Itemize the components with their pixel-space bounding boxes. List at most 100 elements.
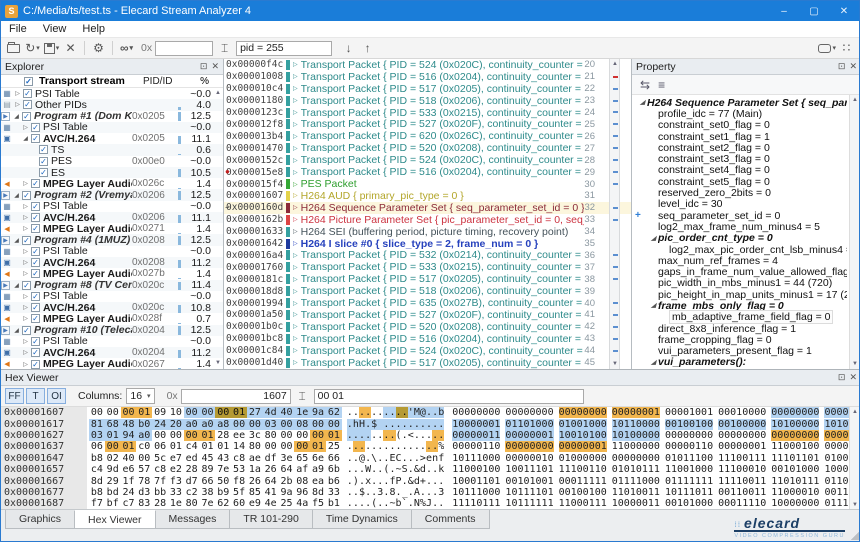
hex-byte[interactable]: 64: [279, 464, 295, 475]
expand-arrow[interactable]: ◢: [649, 302, 658, 309]
tab-tr-101-290[interactable]: TR 101-290: [229, 510, 312, 529]
hex-byte[interactable]: b6: [326, 476, 342, 487]
explorer-row[interactable]: ▣▷✓AVC/H.2640x020c10.8: [1, 302, 223, 313]
packet-row[interactable]: 0x00001642▷H264 I slice #0 { slice_type …: [224, 238, 631, 250]
explorer-row[interactable]: ▦▷✓PSI Table~0.0: [1, 336, 223, 347]
scroll-down-icon[interactable]: ▼: [852, 361, 858, 367]
binary-octet[interactable]: 01101000: [505, 419, 553, 430]
hex-byte[interactable]: 48: [121, 419, 137, 430]
expand-arrow[interactable]: ▷: [293, 85, 298, 92]
expand-arrow[interactable]: ▷: [21, 315, 30, 322]
explorer-row[interactable]: ◀▷✓MPEG Layer Audio0x02711.4: [1, 223, 223, 234]
packet-row[interactable]: 0x00001470▷Transport Packet { PID = 520 …: [224, 142, 631, 154]
checkbox[interactable]: ✓: [39, 168, 48, 177]
checkbox[interactable]: ✓: [31, 247, 40, 256]
expand-arrow[interactable]: ▷: [21, 349, 30, 356]
hex-search-input[interactable]: [314, 389, 584, 404]
ascii-char[interactable]: .: [438, 498, 444, 509]
explorer-column-header[interactable]: ✓ Transport stream PID/ID %: [1, 75, 223, 88]
hex-byte[interactable]: 01: [168, 441, 184, 452]
checkbox[interactable]: ✓: [31, 123, 40, 132]
hex-scrollbar[interactable]: ▲ ▼: [849, 407, 860, 510]
binary-octet[interactable]: 10000000: [771, 498, 819, 509]
ascii-char[interactable]: .: [438, 476, 444, 487]
expand-arrow[interactable]: ▷: [21, 270, 30, 277]
binary-octet[interactable]: 10000001: [452, 419, 500, 430]
expand-arrow[interactable]: ▷: [21, 225, 30, 232]
property-row[interactable]: reserved_zero_2bits = 0: [632, 187, 860, 198]
binary-octet[interactable]: 11010111: [771, 476, 819, 487]
binary-octet[interactable]: 01011100: [665, 453, 713, 464]
expand-arrow[interactable]: ▷: [21, 214, 30, 221]
binary-octet[interactable]: 00101000: [665, 498, 713, 509]
binary-octet[interactable]: 11000100: [771, 441, 819, 452]
hex-byte[interactable]: 6b: [326, 464, 342, 475]
binary-octet[interactable]: 00000000: [665, 430, 713, 441]
packet-row[interactable]: 0x0000123c▷Transport Packet { PID = 533 …: [224, 107, 631, 119]
hex-byte[interactable]: 7e: [200, 498, 216, 509]
hex-byte[interactable]: 4a: [294, 498, 310, 509]
property-row[interactable]: constraint_set4_flag = 0: [632, 165, 860, 176]
property-row[interactable]: constraint_set5_flag = 0: [632, 176, 860, 187]
hex-byte[interactable]: 00: [279, 419, 295, 430]
hex-byte[interactable]: 28: [184, 464, 200, 475]
scroll-down-icon[interactable]: ▼: [852, 502, 858, 508]
find-button[interactable]: ∞▾: [118, 40, 135, 57]
settings-button[interactable]: ⚙: [90, 40, 107, 57]
hex-byte[interactable]: e7: [168, 453, 184, 464]
hex-byte[interactable]: 68: [105, 419, 121, 430]
checkbox[interactable]: ✓: [31, 348, 40, 357]
expand-arrow[interactable]: ▷: [21, 293, 30, 300]
hex-byte[interactable]: c7: [121, 498, 137, 509]
explorer-row[interactable]: ▶◢✓Program #1 (Dom Kin0x020512.5: [1, 111, 223, 122]
open-file-button[interactable]: [5, 40, 22, 57]
hex-byte[interactable]: 25: [279, 498, 295, 509]
expand-arrow[interactable]: ▷: [21, 180, 30, 187]
expand-arrow[interactable]: ◢: [649, 235, 658, 242]
hex-byte[interactable]: a9: [310, 464, 326, 475]
ascii-char[interactable]: k: [438, 464, 444, 475]
explorer-row[interactable]: ▦▷✓PSI Table~0.0: [1, 246, 223, 257]
hex-byte[interactable]: 00: [152, 430, 168, 441]
expand-arrow[interactable]: ▷: [293, 228, 298, 235]
ascii-char[interactable]: .: [438, 430, 444, 441]
checkbox[interactable]: ✓: [31, 179, 40, 188]
binary-octet[interactable]: 11000111: [559, 498, 607, 509]
binary-octet[interactable]: 11000100: [452, 464, 500, 475]
binary-octet[interactable]: 11100010: [718, 464, 766, 475]
binary-octet[interactable]: 10111000: [452, 487, 500, 498]
scroll-up-icon[interactable]: ▲: [612, 61, 618, 67]
property-row[interactable]: constraint_set0_flag = 0: [632, 120, 860, 131]
hex-byte[interactable]: 41: [263, 487, 279, 498]
hex-byte[interactable]: b1: [326, 498, 342, 509]
hex-byte[interactable]: 08: [294, 476, 310, 487]
expand-arrow[interactable]: ▷: [21, 361, 30, 368]
packet-row[interactable]: 0x00001008▷Transport Packet { PID = 516 …: [224, 71, 631, 83]
expand-arrow[interactable]: ▷: [21, 203, 30, 210]
expand-arrow[interactable]: ▷: [21, 124, 30, 131]
expand-arrow[interactable]: ▷: [293, 276, 298, 283]
expand-arrow[interactable]: ◢: [12, 237, 21, 244]
hex-byte[interactable]: b8: [89, 453, 105, 464]
close-file-button[interactable]: ✕: [62, 40, 79, 57]
hex-byte[interactable]: 00: [310, 419, 326, 430]
hex-byte[interactable]: 33: [326, 487, 342, 498]
explorer-row[interactable]: ▦▷✓PSI Table~0.0: [1, 122, 223, 133]
tab-hex-viewer[interactable]: Hex Viewer: [74, 510, 156, 529]
property-row[interactable]: constraint_set2_flag = 0: [632, 142, 860, 153]
property-row[interactable]: constraint_set1_flag = 1: [632, 131, 860, 142]
packet-row[interactable]: −0x0000160d▷H264 Sequence Parameter Set …: [224, 202, 631, 214]
hex-byte[interactable]: 00: [294, 441, 310, 452]
explorer-row[interactable]: ▶◢✓Program #2 (Vremya,0x020612.5: [1, 189, 223, 200]
hex-byte[interactable]: 08: [294, 419, 310, 430]
hex-byte[interactable]: e9: [247, 498, 263, 509]
tab-time-dynamics[interactable]: Time Dynamics: [312, 510, 412, 529]
property-row[interactable]: mb_adaptive_frame_field_flag = 0: [632, 312, 860, 323]
property-row[interactable]: ◢vui_parameters():: [632, 357, 860, 368]
binary-octet[interactable]: 11001000: [665, 464, 713, 475]
expand-arrow[interactable]: ▷: [21, 338, 30, 345]
hex-byte[interactable]: 5c: [152, 453, 168, 464]
layout-button[interactable]: ∷: [838, 40, 855, 57]
packet-row[interactable]: 0x000016a4▷Transport Packet { PID = 532 …: [224, 250, 631, 262]
hex-byte[interactable]: 03: [263, 419, 279, 430]
